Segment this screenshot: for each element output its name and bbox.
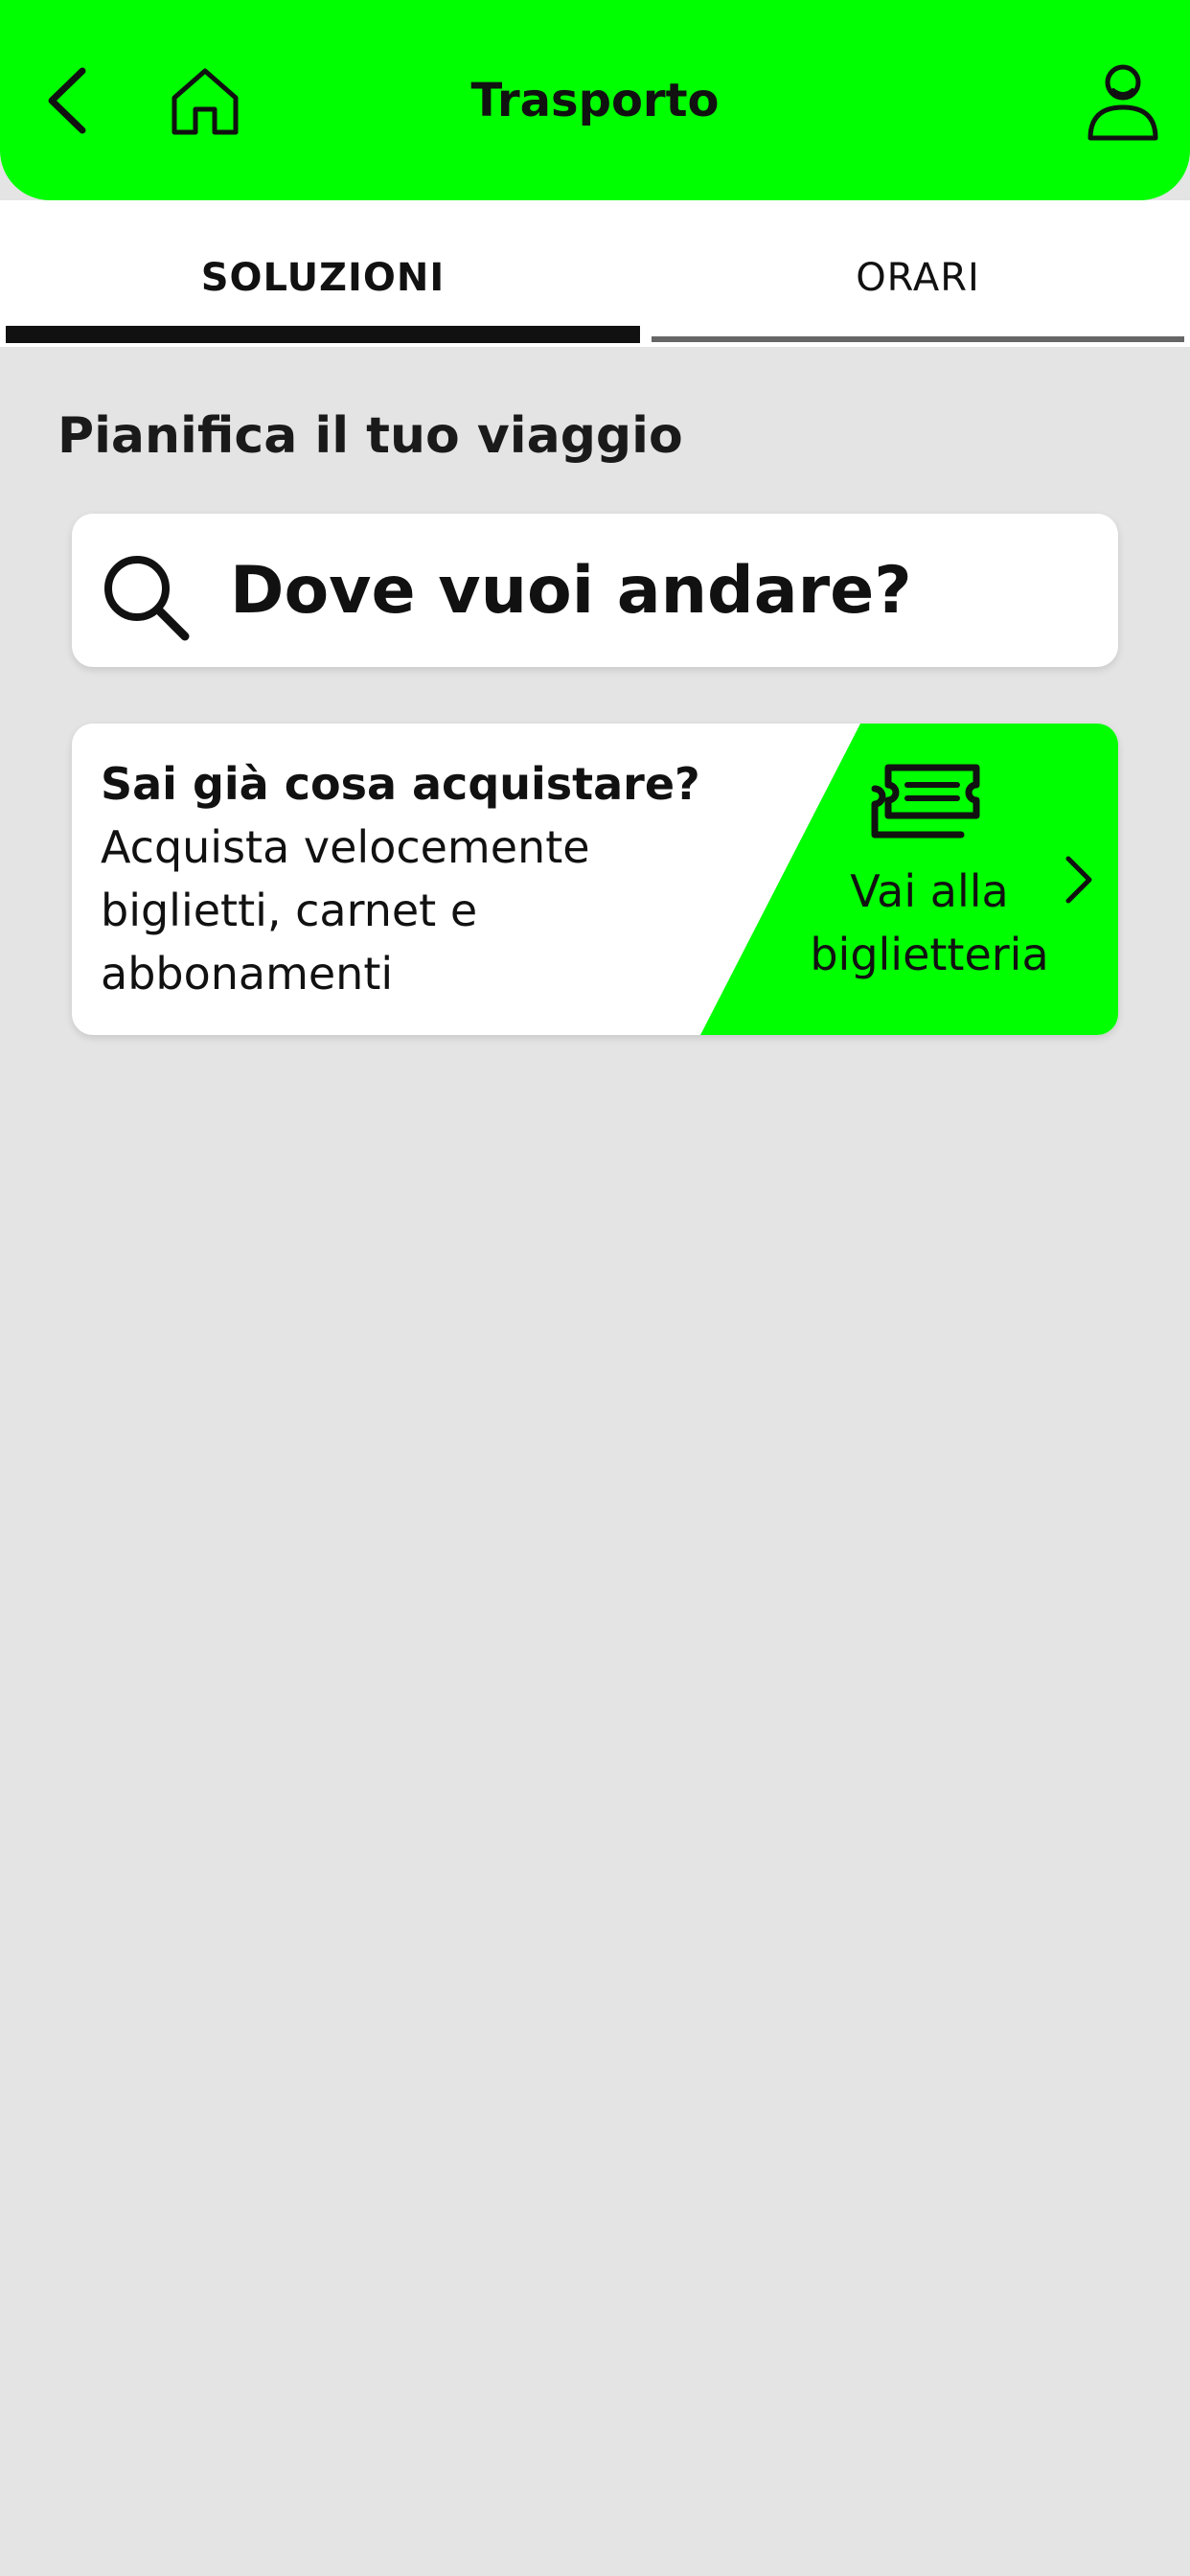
search-icon <box>99 550 195 646</box>
card-text: Sai già cosa acquistare? Acquista veloce… <box>101 752 714 1005</box>
ticket-shop-card[interactable]: Sai già cosa acquistare? Acquista veloce… <box>72 724 1118 1035</box>
search-box[interactable] <box>72 514 1118 667</box>
user-icon[interactable] <box>1085 61 1161 144</box>
ticket-shop-link[interactable]: Vai alla biglietteria <box>800 860 1059 986</box>
tab-orari-indicator <box>652 336 1184 342</box>
tab-soluzioni-indicator <box>6 326 640 343</box>
card-title: Sai già cosa acquistare? <box>101 758 700 810</box>
page-title: Trasporto <box>470 74 720 127</box>
search-input[interactable] <box>230 550 1092 631</box>
app-header: Trasporto <box>0 0 1190 200</box>
tab-bar: SOLUZIONI ORARI <box>0 200 1190 347</box>
tab-orari[interactable]: ORARI <box>652 248 1184 308</box>
card-description: Acquista velocemente biglietti, carnet e… <box>101 821 590 1000</box>
chevron-right-icon[interactable] <box>1059 851 1097 908</box>
ticket-icon <box>869 762 988 842</box>
tab-soluzioni[interactable]: SOLUZIONI <box>6 248 640 308</box>
section-title: Pianifica il tuo viaggio <box>57 407 683 465</box>
